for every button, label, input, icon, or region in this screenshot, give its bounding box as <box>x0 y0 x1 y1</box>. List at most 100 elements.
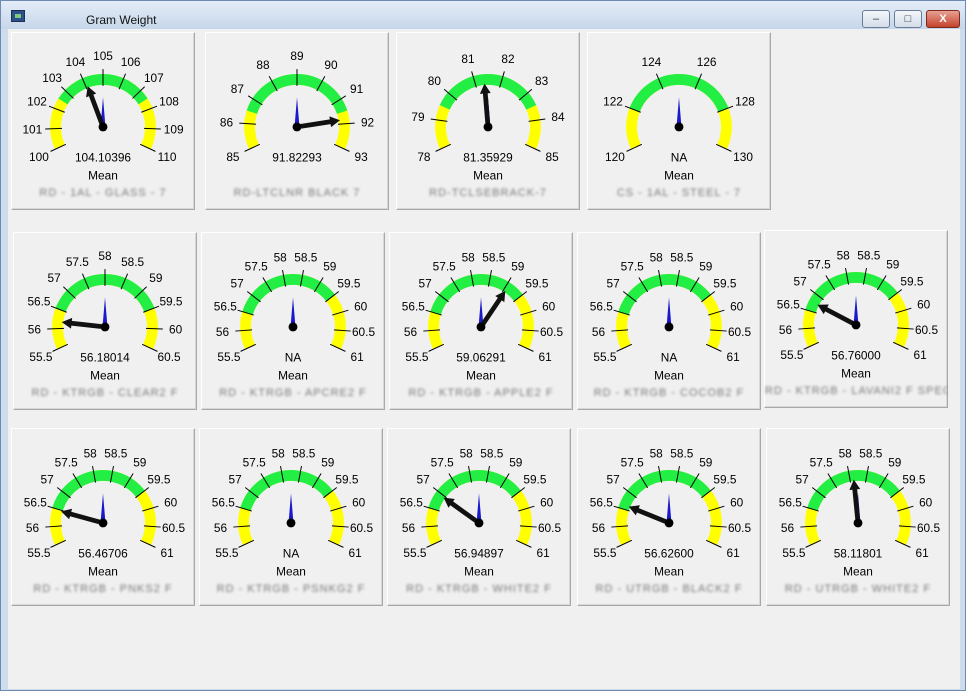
gauge-value: NA <box>661 351 678 365</box>
gauge-tick-label: 58 <box>650 250 664 264</box>
gauge-tick-label: 59.5 <box>147 473 170 487</box>
gauge-tick-label: 60 <box>730 299 744 313</box>
gauge-panel[interactable]: 55.5 56 56.5 57 57.5 58 58.5 59 59.5 60 60.5 61 NA Me… <box>201 232 385 410</box>
gauge-panel[interactable]: 55.5 56 56.5 57 57.5 58 58.5 59 59.5 60 60.5 61 NA Me… <box>199 428 383 606</box>
gauge-tick-label: 60.5 <box>915 323 938 337</box>
gauge-tick-label: 59.5 <box>900 275 923 289</box>
gauge-needle <box>61 317 102 329</box>
gauge-product-name: RD - KTRGB - COCOB2 F <box>593 387 745 399</box>
minimize-button[interactable]: – <box>862 10 890 28</box>
gauge-product-name: RD - KTRGB - WHITE2 F <box>406 583 552 595</box>
gauge-tick-label: 57.5 <box>621 456 644 470</box>
gauge-panel[interactable]: 85 86 87 88 89 90 91 92 93 91.82293 RD-LTCLNR BLAC… <box>205 32 389 210</box>
gauge-tick-label: 57 <box>416 473 429 487</box>
gauge-product-name: RD - KTRGB - APCRE2 F <box>219 387 367 399</box>
gauge-product-name: RD - KTRGB - PNKS2 F <box>33 583 173 595</box>
gauge-product-name: RD-TCLSEBRACK-7 <box>429 187 547 199</box>
gauge-value: 56.62600 <box>644 547 694 561</box>
gauge-hub <box>474 518 484 528</box>
gauge-dial: 100 101 102 103104 105 106107 108 109 110 104.103… <box>22 49 183 182</box>
gauge-tick-label: 60 <box>169 322 183 336</box>
gauge-tick-label: 59 <box>509 456 523 470</box>
gauge-tick-label: 58.5 <box>482 250 505 264</box>
gauge-panel[interactable]: 55.5 56 56.5 57 57.5 58 58.5 59 59.5 60 60.5 61 58.1… <box>766 428 950 606</box>
gauge-caption: Mean <box>841 366 871 380</box>
gauge-needle <box>479 83 491 124</box>
gauge-tick-label: 57 <box>795 473 808 487</box>
gauge-tick-label: 58.5 <box>104 446 127 460</box>
gauge-value: 81.35929 <box>463 151 513 165</box>
gauge-panel[interactable]: 55.5 56 56.5 57 57.5 58 58.5 59 59.5 60 60.5 61 59.0… <box>389 232 573 410</box>
gauge-dial: 55.5 56 56.5 57 57.5 58 58.5 59 59.5 60 60.5 56.180… <box>27 249 183 382</box>
gauge-dial: 55.5 56 56.5 5757.5 58 58.5 5959.5 60 60.5 61 56.7… <box>777 248 939 380</box>
gauge-panel[interactable]: 55.5 56 56.5 57 57.5 58 58.5 59 59.5 60 60.5 61 NA Me… <box>577 232 761 410</box>
main-window: Gram Weight – □ X 100 101 102 103 104 105 106 1… <box>0 0 966 691</box>
gauge-value: 91.82293 <box>272 151 322 165</box>
gauge-panel[interactable]: 55.5 56 56.5 57 57.5 58 58.5 59 59.5 60 60.5 61 56.6… <box>577 428 761 606</box>
gauge-caption: Mean <box>473 168 503 182</box>
gauge-tick-label: 57 <box>606 277 619 291</box>
gauge-hub <box>674 122 684 132</box>
gauge-arc-green <box>52 470 145 511</box>
gauge-hub <box>851 320 861 330</box>
gauge-panel[interactable]: 55.5 56 56.5 57 57.5 58 58.5 59 59.5 60 60.5 61 56.9… <box>387 428 571 606</box>
gauge-tick-label: 58 <box>274 250 288 264</box>
gauge-tick-label: 57.5 <box>431 456 454 470</box>
gauge-tick-label: 56 <box>404 325 418 339</box>
title-bar[interactable]: Gram Weight – □ X <box>1 1 965 29</box>
gauge-panel[interactable]: 55.5 56 56.5 57 57.5 58 58.5 59 59.5 60 60.5 61 56.4… <box>11 428 195 606</box>
gauge-value: 104.10396 <box>75 151 131 165</box>
gauge-caption: Mean <box>278 368 308 382</box>
gauge-tick-label: 55.5 <box>403 546 426 560</box>
gauge-tick-label: 55.5 <box>217 350 240 364</box>
gauge-panel[interactable]: 55.5 56 56.5 57 57.5 58 58.5 59 59.5 60 60.5 56.180… <box>13 232 197 410</box>
gauge-tick-label: 57.5 <box>621 260 644 274</box>
gauge-value: 59.06291 <box>456 351 506 365</box>
gauge-tick-label: 84 <box>551 110 565 124</box>
gauge-tick-label: 59.5 <box>335 473 358 487</box>
gauge-tick-label: 57 <box>230 277 243 291</box>
window-title: Gram Weight <box>86 13 157 27</box>
gauge-tick-label: 58.5 <box>859 446 882 460</box>
gauge-needle <box>817 304 854 326</box>
gauge-tick-label: 60.5 <box>917 521 940 535</box>
gauge-value: NA <box>671 151 688 165</box>
gauge-arc-green <box>240 470 333 511</box>
gauge-tick-label: 58 <box>650 446 664 460</box>
gauge-tick-label: 56.5 <box>590 495 613 509</box>
gauge-value: NA <box>285 351 302 365</box>
gauge-panel[interactable]: 120 122 124 126 128 130 NA Mean CS - 1AL - STEEL… <box>587 32 771 210</box>
gauge-product-name: RD - KTRGB - PSNKG2 F <box>216 583 366 595</box>
gauge-tick-label: 57.5 <box>810 456 833 470</box>
maximize-button[interactable]: □ <box>894 10 922 28</box>
gauge-tick-label: 60.5 <box>540 325 563 339</box>
gauge-tick-label: 58.5 <box>857 248 880 262</box>
gauge-tick-label: 56.5 <box>779 495 802 509</box>
close-button[interactable]: X <box>926 10 960 28</box>
gauge-tick-label: 57.5 <box>243 456 266 470</box>
gauge-caption: Mean <box>90 368 120 382</box>
gauge-caption: Mean <box>843 564 873 578</box>
gauge-tick-label: 56 <box>592 521 606 535</box>
gauge-panel[interactable]: 100 101 102 103 104 105 106 107 108 109 110 104.103… <box>11 32 195 210</box>
gauge-needle <box>86 86 104 125</box>
gauge-tick-label: 110 <box>158 150 177 164</box>
gauge-tick-label: 128 <box>735 95 755 109</box>
gauge-tick-label: 60 <box>919 495 933 509</box>
gauge-value: 56.46706 <box>78 547 128 561</box>
gauge-tick-label: 56.5 <box>402 299 425 313</box>
gauge-panel[interactable]: 78 79 80 81 82 83 84 85 81.35929 Mean RD-TCLSEBRAC… <box>396 32 580 210</box>
gauge-tick-label: 60 <box>164 495 178 509</box>
gauge-tick-label: 126 <box>697 55 717 69</box>
gauge-caption: Mean <box>88 168 118 182</box>
gauge-caption: Mean <box>276 564 306 578</box>
gauge-product-name: RD-LTCLNR BLACK 7 <box>233 187 361 199</box>
gauge-tick-label: 61 <box>726 350 740 364</box>
gauge-tick-label: 93 <box>354 150 368 164</box>
gauge-tick-label: 78 <box>417 150 431 164</box>
gauge-panel[interactable]: 55.5 56 56.5 57 57.5 58 58.5 59 59.5 60 60.5 61 56.7… <box>764 230 948 408</box>
gauge-tick-label: 102 <box>27 95 47 109</box>
gauge-tick-label: 58.5 <box>670 250 693 264</box>
gauge-product-name: RD - UTRGB - WHITE2 F <box>784 583 932 595</box>
app-icon[interactable] <box>11 10 25 22</box>
